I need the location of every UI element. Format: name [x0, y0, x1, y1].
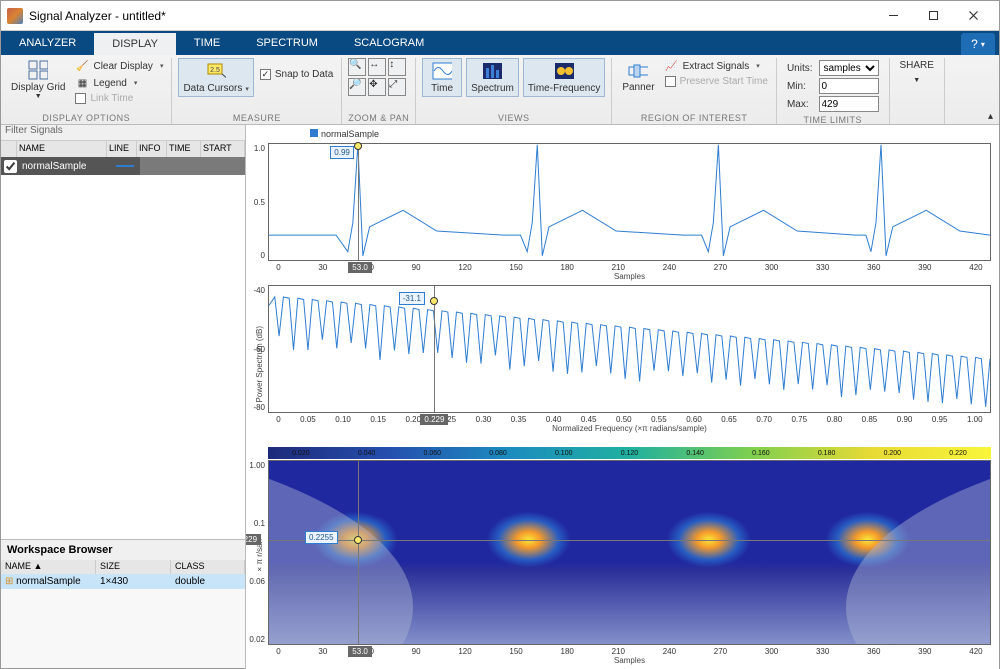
snap-to-data-checkbox[interactable]: ✓Snap to Data: [258, 68, 335, 81]
tab-spectrum[interactable]: SPECTRUM: [238, 31, 336, 55]
scalogram-view-icon: [554, 61, 574, 81]
plot-legend: normalSample: [250, 129, 991, 139]
share-button[interactable]: SHARE▼: [896, 58, 938, 86]
ribbon-collapse-icon[interactable]: ▴: [944, 58, 999, 124]
zoom-in-icon[interactable]: 🔍: [348, 58, 366, 76]
cursor-vline[interactable]: [358, 144, 359, 260]
tab-display[interactable]: DISPLAY: [94, 31, 176, 55]
help-button[interactable]: ?: [961, 33, 995, 55]
colorbar: 0.0200.0400.0600.0800.1000.1200.1400.160…: [268, 447, 991, 459]
zoom-x-icon[interactable]: ↔: [368, 58, 386, 76]
signal-checkbox[interactable]: [4, 160, 17, 173]
line-swatch-icon: [116, 165, 134, 167]
cursor-point-icon[interactable]: [354, 536, 362, 544]
cursor-icon: 2.5: [206, 61, 226, 81]
main-tabs: ANALYZER DISPLAY TIME SPECTRUM SCALOGRAM…: [1, 31, 999, 55]
legend-button[interactable]: ▦Legend: [73, 75, 165, 91]
minimize-button[interactable]: [873, 2, 913, 30]
cursor-point-icon[interactable]: [430, 297, 438, 305]
group-title: DISPLAY OPTIONS: [7, 112, 165, 123]
cursor-hline[interactable]: [269, 540, 990, 541]
units-select[interactable]: samples: [819, 60, 879, 76]
pan-icon[interactable]: ✥: [368, 78, 386, 96]
extract-icon: 📈: [665, 59, 679, 73]
zoom-out-icon[interactable]: 🔎: [348, 78, 366, 96]
cursor-x-badge: 53.0: [348, 646, 372, 657]
clear-icon: 🧹: [75, 59, 89, 73]
signal-name: normalSample: [20, 161, 110, 172]
window-title: Signal Analyzer - untitled*: [29, 9, 873, 23]
checkbox-icon: ✓: [260, 69, 271, 80]
sidebar: Filter Signals NAME LINE INFO TIME START…: [1, 125, 246, 669]
panner-icon: [628, 60, 648, 80]
group-zoom-pan: 🔍 ↔ ↕ 🔎 ✥ ⤢ ZOOM & PAN: [342, 58, 416, 124]
workspace-browser: Workspace Browser NAME ▲ SIZE CLASS ⊞ no…: [1, 539, 245, 669]
signal-table: NAME LINE INFO TIME START normalSample: [1, 141, 245, 539]
filter-signals-input[interactable]: Filter Signals: [1, 125, 245, 141]
view-spectrum-button[interactable]: Spectrum: [466, 58, 519, 97]
ribbon: Display Grid ▼ 🧹Clear Display ▦Legend Li…: [1, 55, 999, 125]
clear-display-button[interactable]: 🧹Clear Display: [73, 58, 165, 74]
scalogram-plot[interactable]: 0.229 0.2255 0.020.060.11.00 03060901201…: [268, 460, 991, 645]
spectrum-plot[interactable]: -31.1 -80-60-40 00.050.100.150.200.250.3…: [268, 285, 991, 413]
checkbox-icon: [665, 76, 676, 87]
time-view-icon: [432, 61, 452, 81]
view-time-button[interactable]: Time: [422, 58, 462, 97]
panner-button[interactable]: Panner: [618, 58, 658, 95]
zoom-y-icon[interactable]: ↕: [388, 58, 406, 76]
app-icon: [7, 8, 23, 24]
tab-scalogram[interactable]: SCALOGRAM: [336, 31, 442, 55]
display-grid-button[interactable]: Display Grid ▼: [7, 58, 69, 102]
cursor-x-badge: 0.229: [420, 414, 448, 425]
dropdown-icon: ▼: [913, 77, 920, 84]
display-grid-label: Display Grid: [11, 82, 65, 93]
cursor-point-icon[interactable]: [354, 142, 362, 150]
time-plot[interactable]: 0.99 00.51.0 030609012015018021024027030…: [268, 143, 991, 261]
cursor-value-badge: 0.2255: [305, 531, 337, 544]
signal-row[interactable]: normalSample: [1, 157, 245, 175]
min-input[interactable]: [819, 78, 879, 94]
cursor-y-badge: 0.99: [330, 146, 354, 159]
group-time-limits: Units:samples Min: Max: TIME LIMITS: [777, 58, 890, 124]
fit-icon[interactable]: ⤢: [388, 78, 406, 96]
view-time-frequency-button[interactable]: Time-Frequency: [523, 58, 605, 97]
plot-area: normalSample 0.99 00.51.0 03060901201501…: [246, 125, 999, 669]
cursor-vline[interactable]: [358, 461, 359, 644]
array-icon: ⊞: [5, 576, 13, 587]
tab-time[interactable]: TIME: [176, 31, 238, 55]
group-views: Time Spectrum Time-Frequency VIEWS: [416, 58, 612, 124]
group-share: SHARE▼: [890, 58, 944, 124]
checkbox-icon: [75, 93, 86, 104]
svg-text:2.5: 2.5: [210, 67, 220, 74]
max-input[interactable]: [819, 96, 879, 112]
grid-icon: [28, 60, 48, 80]
tab-analyzer[interactable]: ANALYZER: [1, 31, 94, 55]
data-cursors-button[interactable]: 2.5 Data Cursors: [178, 58, 253, 97]
dropdown-icon: ▼: [35, 93, 42, 100]
group-roi: Panner 📈Extract Signals Preserve Start T…: [612, 58, 777, 124]
group-display-options: Display Grid ▼ 🧹Clear Display ▦Legend Li…: [1, 58, 172, 124]
cursor-x-badge: 53.0: [348, 262, 372, 273]
maximize-button[interactable]: [913, 2, 953, 30]
group-measure: 2.5 Data Cursors ✓Snap to Data MEASURE: [172, 58, 342, 124]
workspace-row[interactable]: ⊞ normalSample 1×430 double: [1, 574, 245, 589]
close-button[interactable]: [953, 2, 993, 30]
preserve-start-time-checkbox: Preserve Start Time: [663, 75, 770, 88]
spectrum-view-icon: [482, 61, 502, 81]
link-time-button: Link Time: [73, 92, 165, 105]
cursor-y-badge: -31.1: [399, 292, 425, 305]
titlebar: Signal Analyzer - untitled*: [1, 1, 999, 31]
extract-signals-button[interactable]: 📈Extract Signals: [663, 58, 770, 74]
legend-icon: ▦: [75, 76, 89, 90]
